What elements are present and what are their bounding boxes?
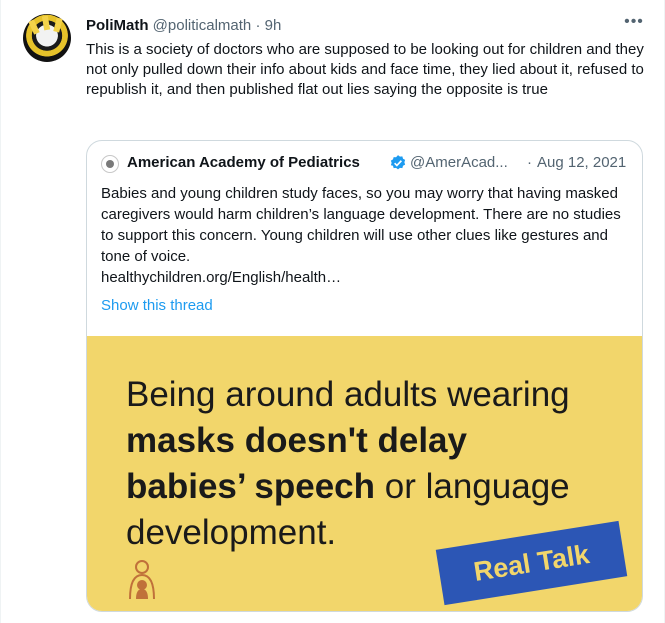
- quoted-text-body: Babies and young children study faces, s…: [101, 185, 621, 265]
- media-caption: Being around adults wearing masks doesn'…: [126, 372, 616, 556]
- quoted-tweet[interactable]: American Academy of Pediatrics @AmerAcad…: [86, 140, 643, 612]
- quoted-media-image[interactable]: Being around adults wearing masks doesn'…: [87, 336, 642, 611]
- verified-badge-icon: [390, 155, 406, 170]
- tweet-text: This is a society of doctors who are sup…: [86, 41, 644, 98]
- quoted-author-handle: @AmerAcad...: [410, 154, 508, 171]
- show-thread-link[interactable]: Show this thread: [101, 296, 213, 316]
- author-name[interactable]: PoliMath: [86, 17, 149, 34]
- quoted-tweet-header: American Academy of Pediatrics @AmerAcad…: [101, 153, 631, 173]
- tweet-time[interactable]: 9h: [265, 17, 282, 34]
- media-line-1: Being around adults wearing: [126, 375, 570, 414]
- aap-family-icon: [129, 560, 155, 600]
- author-avatar[interactable]: [23, 14, 71, 62]
- media-line-2: masks doesn't delay: [126, 421, 467, 460]
- tweet-header: PoliMath @politicalmath · 9h: [86, 16, 646, 36]
- quoted-separator-dot: ·: [527, 154, 532, 171]
- media-line-3-rest: or language: [375, 467, 570, 506]
- media-line-3-bold: babies’ speech: [126, 467, 376, 506]
- quoted-author-name: American Academy of Pediatrics: [127, 154, 360, 171]
- quoted-link[interactable]: healthychildren.org/English/health…: [101, 269, 341, 286]
- quoted-tweet-text: Babies and young children study faces, s…: [101, 183, 631, 288]
- author-handle[interactable]: @politicalmath: [153, 17, 252, 34]
- aap-logo-icon: [101, 155, 119, 173]
- quoted-date: Aug 12, 2021: [537, 154, 627, 171]
- separator-dot: ·: [255, 17, 261, 34]
- more-options-icon[interactable]: •••: [622, 14, 646, 34]
- media-line-4: development.: [126, 513, 337, 552]
- timeline-border-left: [0, 0, 1, 623]
